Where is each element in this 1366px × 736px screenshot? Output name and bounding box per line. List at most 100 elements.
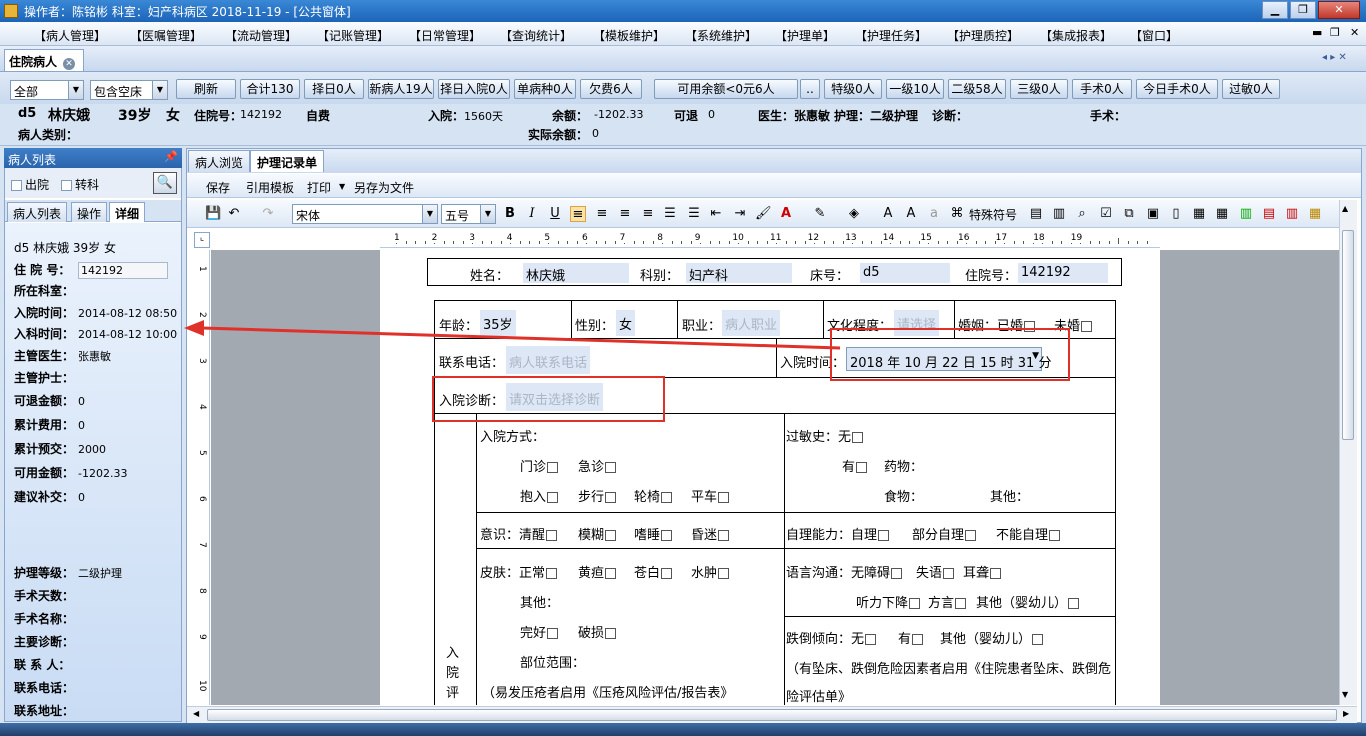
scroll-left-icon[interactable]: ◀	[193, 709, 199, 718]
surgery-button[interactable]: 手术0人	[1072, 79, 1132, 99]
discharged-checkbox[interactable]: 出院	[11, 176, 49, 193]
special-chars-icon[interactable]: ⌘	[949, 206, 965, 222]
fall-none-checkbox[interactable]	[865, 634, 877, 645]
allergy-yes-checkbox[interactable]	[856, 462, 868, 473]
merge-cells-icon[interactable]: ▦	[1307, 206, 1323, 222]
negative-balance-button[interactable]: 可用余额<0元6人	[654, 79, 798, 99]
numbered-list-icon[interactable]: ☰	[662, 206, 678, 222]
insert-column-icon[interactable]: ▥	[1238, 206, 1254, 222]
mdi-close-button[interactable]: ✕	[1350, 26, 1359, 39]
bold-icon[interactable]: B	[502, 206, 518, 222]
grow-font-icon[interactable]: A	[880, 206, 896, 222]
menu-template[interactable]: 【模板维护】	[593, 27, 665, 44]
allergy-none-checkbox[interactable]	[852, 432, 864, 443]
transfer-checkbox[interactable]: 转科	[61, 176, 99, 193]
insert-row-icon[interactable]: ▦	[1214, 206, 1230, 222]
dept-field[interactable]: 妇产科	[686, 263, 792, 284]
pin-icon[interactable]: 📌	[164, 150, 178, 163]
vertical-scrollbar[interactable]: ▲ ▼	[1339, 200, 1357, 705]
search-icon[interactable]: 🔍	[153, 172, 177, 194]
find-icon[interactable]: ⌕	[1074, 206, 1090, 222]
select-day-button[interactable]: 择日0人	[304, 79, 364, 99]
menu-reports[interactable]: 【集成报表】	[1040, 27, 1112, 44]
delete-row-icon[interactable]: ▤	[1261, 206, 1277, 222]
fall-other-checkbox[interactable]	[1032, 634, 1044, 645]
skin-intact-checkbox[interactable]	[547, 628, 559, 639]
skin-broken-checkbox[interactable]	[605, 628, 617, 639]
redo-icon[interactable]: ↷	[260, 206, 276, 222]
scroll-down-icon[interactable]: ▼	[1342, 690, 1348, 699]
clear-format-icon[interactable]: a	[926, 206, 942, 222]
insert-field-icon[interactable]: ▤	[1028, 206, 1044, 222]
menu-window[interactable]: 【窗口】	[1130, 27, 1178, 44]
menu-flow[interactable]: 【流动管理】	[225, 27, 297, 44]
skin-normal-checkbox[interactable]	[546, 568, 558, 579]
level3-button[interactable]: 三级0人	[1010, 79, 1068, 99]
consc-drowsy-checkbox[interactable]	[661, 530, 673, 541]
chevron-down-icon[interactable]: ▼	[339, 182, 345, 191]
name-field[interactable]: 林庆娥	[523, 263, 629, 284]
tab-operations[interactable]: 操作	[71, 202, 108, 222]
font-size-select[interactable]: 五号 ▼	[441, 204, 496, 224]
bed-field[interactable]: d5	[860, 263, 950, 283]
wheelchair-checkbox[interactable]	[661, 492, 673, 503]
image-icon[interactable]: ▣	[1145, 206, 1161, 222]
tab-inpatients[interactable]: 住院病人 ✕	[4, 49, 84, 71]
special-chars-button[interactable]: 特殊符号	[969, 206, 1017, 223]
italic-icon[interactable]: I	[524, 206, 540, 222]
menu-billing[interactable]: 【记账管理】	[317, 27, 389, 44]
menu-system[interactable]: 【系统维护】	[685, 27, 757, 44]
align-center-icon[interactable]: ≡	[594, 206, 610, 222]
minimize-button[interactable]: ▁	[1262, 1, 1288, 19]
format-painter-icon[interactable]: 🖌	[755, 206, 772, 222]
admission-no-field[interactable]: 142192	[78, 262, 168, 279]
underline-icon[interactable]: U	[547, 206, 563, 222]
refresh-button[interactable]: 刷新	[176, 79, 236, 99]
level1-button[interactable]: 一级10人	[886, 79, 944, 99]
skin-jaundice-checkbox[interactable]	[605, 568, 617, 579]
menu-daily[interactable]: 【日常管理】	[409, 27, 481, 44]
arrears-button[interactable]: 欠费6人	[580, 79, 642, 99]
horizontal-scrollbar[interactable]: ◀ ▶	[187, 706, 1357, 723]
walk-checkbox[interactable]	[605, 492, 617, 503]
insert-template-button[interactable]: 引用模板	[246, 179, 294, 196]
tab-nursing-record[interactable]: 护理记录单	[250, 150, 325, 172]
justify-icon[interactable]: ≡	[640, 206, 656, 222]
self-none-checkbox[interactable]	[1049, 530, 1061, 541]
allergy-button[interactable]: 过敏0人	[1222, 79, 1280, 99]
consc-blur-checkbox[interactable]	[605, 530, 617, 541]
font-color-icon[interactable]: A	[778, 206, 794, 222]
page-icon[interactable]: ▯	[1168, 206, 1184, 222]
consc-clear-checkbox[interactable]	[546, 530, 558, 541]
tab-nav-icons[interactable]: ◂ ▸ ✕	[1322, 52, 1347, 63]
lang-other-checkbox[interactable]	[1068, 598, 1080, 609]
consc-coma-checkbox[interactable]	[718, 530, 730, 541]
delete-column-icon[interactable]: ▥	[1284, 206, 1300, 222]
total-button[interactable]: 合计130	[240, 79, 300, 99]
lang-dialect-checkbox[interactable]	[955, 598, 967, 609]
adm-field[interactable]: 142192	[1018, 263, 1108, 283]
save-as-file-button[interactable]: 另存为文件	[354, 179, 414, 196]
font-family-select[interactable]: 宋体 ▼	[292, 204, 438, 224]
align-left-icon[interactable]: ≡	[570, 206, 586, 222]
level2-button[interactable]: 二级58人	[948, 79, 1006, 99]
bullet-list-icon[interactable]: ☰	[686, 206, 702, 222]
table-icon[interactable]: ▦	[1191, 206, 1207, 222]
stretcher-checkbox[interactable]	[718, 492, 730, 503]
lang-aphasia-checkbox[interactable]	[943, 568, 955, 579]
skin-edema-checkbox[interactable]	[718, 568, 730, 579]
today-surgery-button[interactable]: 今日手术0人	[1136, 79, 1218, 99]
close-tab-icon[interactable]: ✕	[63, 58, 76, 70]
menu-query[interactable]: 【查询统计】	[500, 27, 572, 44]
tab-patient-list[interactable]: 病人列表	[7, 202, 68, 222]
align-right-icon[interactable]: ≡	[617, 206, 633, 222]
scroll-thumb[interactable]	[1342, 230, 1354, 440]
save-button[interactable]: 保存	[206, 179, 230, 196]
self-full-checkbox[interactable]	[878, 530, 890, 541]
copy-icon[interactable]: ⧉	[1121, 206, 1137, 222]
single-disease-button[interactable]: 单病种0人	[514, 79, 576, 99]
skin-pale-checkbox[interactable]	[661, 568, 673, 579]
menu-quality[interactable]: 【护理质控】	[947, 27, 1019, 44]
shrink-font-icon[interactable]: A	[903, 206, 919, 222]
special-level-button[interactable]: 特级0人	[824, 79, 882, 99]
